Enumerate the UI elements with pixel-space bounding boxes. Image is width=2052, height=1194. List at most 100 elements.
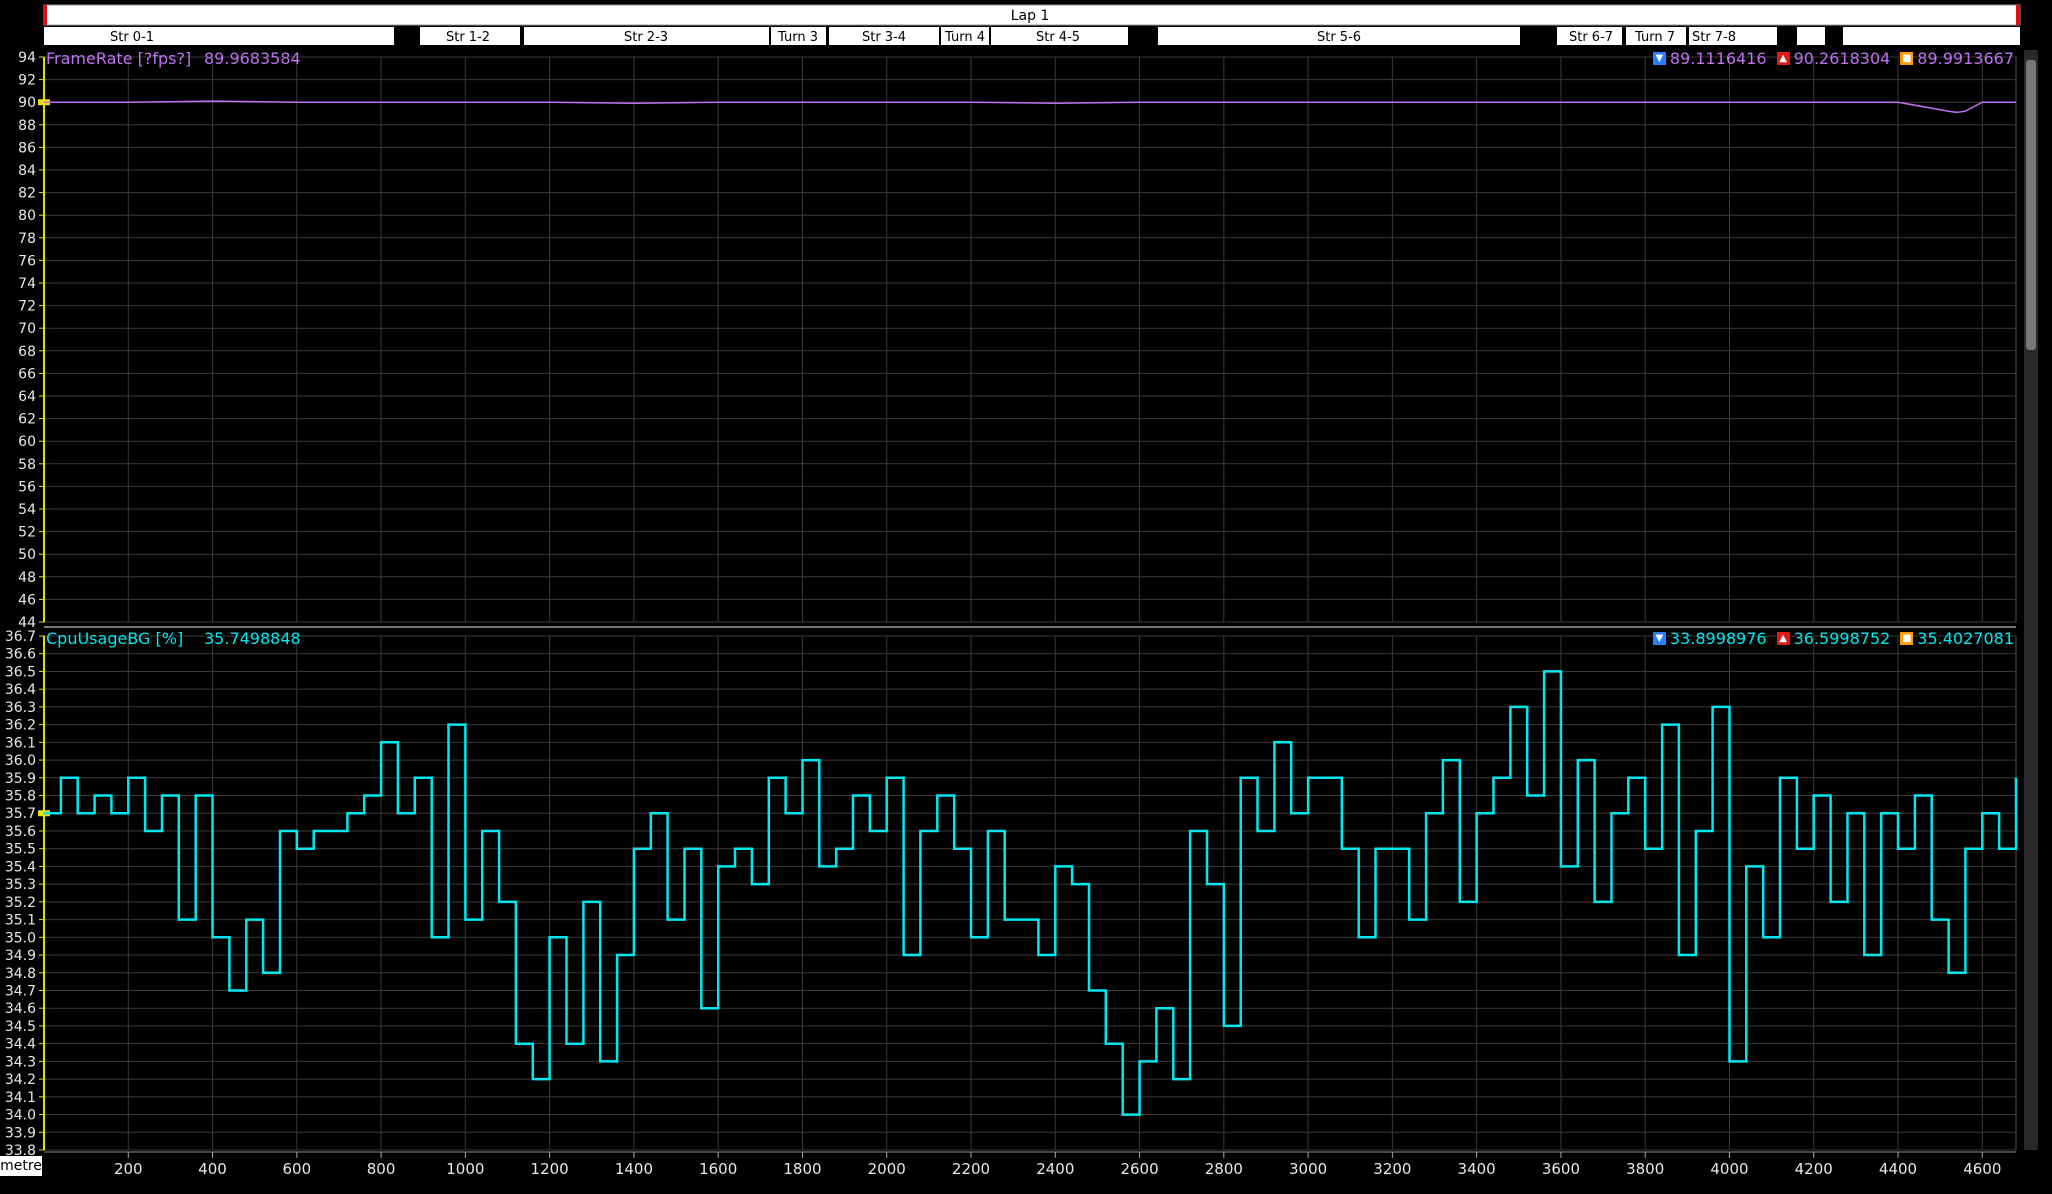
y-tick-label: 84 xyxy=(18,163,36,179)
x-tick-label: 3200 xyxy=(1373,1160,1411,1178)
y-tick-label: 36.0 xyxy=(5,753,36,769)
y-tick-label: 52 xyxy=(18,525,36,541)
framerate-cursor-value: 89.9683584 xyxy=(204,48,301,68)
y-tick-label: 36.3 xyxy=(5,700,36,716)
y-tick-label: 56 xyxy=(18,479,36,495)
y-tick-label: 78 xyxy=(18,231,36,247)
x-tick-label: 4200 xyxy=(1795,1160,1833,1178)
segment-label: Turn 4 xyxy=(944,30,985,45)
y-tick-label: 33.9 xyxy=(5,1125,36,1141)
cpu-max: 36.5998752 xyxy=(1793,628,1891,648)
segment-label: Str 3-4 xyxy=(862,30,906,45)
y-tick-label: 48 xyxy=(18,570,36,586)
x-tick-label: 4600 xyxy=(1963,1160,2001,1178)
cpu-legend[interactable]: CpuUsageBG [%] 35.7498848 xyxy=(46,627,301,649)
x-tick-label: 3800 xyxy=(1626,1160,1664,1178)
y-tick-label: 54 xyxy=(18,502,36,518)
x-tick-label: 3400 xyxy=(1458,1160,1496,1178)
y-tick-label: 34.0 xyxy=(5,1108,36,1124)
y-tick-label: 36.1 xyxy=(5,735,36,751)
cpu-avg: 35.4027081 xyxy=(1917,628,2014,648)
segment-label: Turn 3 xyxy=(777,30,818,45)
y-tick-label: 34.8 xyxy=(5,966,36,982)
y-tick-label: 34.5 xyxy=(5,1019,36,1035)
y-tick-label: 34.2 xyxy=(5,1072,36,1088)
framerate-min: 89.1116416 xyxy=(1669,48,1767,68)
cpu-stats: ▼ 33.8998976 ▲ 36.5998752 ■ 35.4027081 xyxy=(1652,627,2020,649)
y-tick-label: 80 xyxy=(18,208,36,224)
x-tick-label: 400 xyxy=(198,1160,227,1178)
y-tick-label: 34.7 xyxy=(5,983,36,999)
y-tick-label: 60 xyxy=(18,434,36,450)
x-axis-unit[interactable]: metre xyxy=(0,1156,42,1176)
y-tick-label: 86 xyxy=(18,140,36,156)
y-tick-label: 35.0 xyxy=(5,930,36,946)
y-tick-label: 35.4 xyxy=(5,859,36,875)
y-tick-label: 36.5 xyxy=(5,664,36,680)
y-tick-label: 36.2 xyxy=(5,718,36,734)
x-tick-label: 2800 xyxy=(1205,1160,1243,1178)
segment-str-0-1[interactable] xyxy=(44,27,394,45)
telemetry-analysis-window: Lap 1 Str 0-1 Str 1-2 Str 2-3 Turn 3 Str… xyxy=(0,0,2052,1190)
framerate-channel-name: FrameRate [?fps?] xyxy=(46,48,192,68)
x-tick-label: 800 xyxy=(367,1160,396,1178)
x-tick-label: 3000 xyxy=(1289,1160,1327,1178)
y-tick-label: 58 xyxy=(18,457,36,473)
segment-label: Str 6-7 xyxy=(1569,30,1613,45)
y-tick-label: 35.3 xyxy=(5,877,36,893)
y-tick-label: 72 xyxy=(18,299,36,315)
segment-label: Str 2-3 xyxy=(624,30,668,45)
y-tick-label: 34.6 xyxy=(5,1001,36,1017)
x-tick-label: 2400 xyxy=(1036,1160,1074,1178)
framerate-legend[interactable]: FrameRate [?fps?] 89.9683584 xyxy=(46,47,301,69)
y-tick-label: 92 xyxy=(18,73,36,89)
y-tick-label: 34.1 xyxy=(5,1090,36,1106)
segment-unlabeled[interactable] xyxy=(1743,27,1777,45)
y-tick-label: 36.4 xyxy=(5,682,36,698)
y-tick-label: 74 xyxy=(18,276,36,292)
y-tick-label: 35.2 xyxy=(5,895,36,911)
min-marker-icon: ▼ xyxy=(1652,631,1666,645)
y-tick-label: 34.3 xyxy=(5,1054,36,1070)
y-tick-label: 35.8 xyxy=(5,789,36,805)
x-tick-label: 1400 xyxy=(615,1160,653,1178)
y-tick-label: 90 xyxy=(18,95,36,111)
y-tick-label: 76 xyxy=(18,253,36,269)
y-tick-label: 50 xyxy=(18,547,36,563)
lap-start-marker xyxy=(43,5,47,25)
x-tick-label: 1800 xyxy=(783,1160,821,1178)
framerate-stats: ▼ 89.1116416 ▲ 90.2618304 ■ 89.9913667 xyxy=(1652,47,2020,69)
y-tick-label: 64 xyxy=(18,389,36,405)
segment-unlabeled[interactable] xyxy=(1797,27,1825,45)
segment-label: Str 4-5 xyxy=(1036,30,1080,45)
x-tick-label: 1000 xyxy=(446,1160,484,1178)
scrollbar-thumb[interactable] xyxy=(2026,60,2036,350)
y-tick-label: 35.1 xyxy=(5,913,36,929)
avg-marker-icon: ■ xyxy=(1900,51,1914,65)
framerate-max: 90.2618304 xyxy=(1793,48,1891,68)
y-tick-label: 88 xyxy=(18,118,36,134)
max-marker-icon: ▲ xyxy=(1776,51,1790,65)
segment-label: Turn 7 xyxy=(1634,30,1675,45)
cpu-channel-name: CpuUsageBG [%] xyxy=(46,628,184,648)
x-tick-label: 3600 xyxy=(1542,1160,1580,1178)
min-marker-icon: ▼ xyxy=(1652,51,1666,65)
y-tick-label: 94 xyxy=(18,50,36,66)
y-tick-label: 35.6 xyxy=(5,824,36,840)
y-tick-label: 36.6 xyxy=(5,647,36,663)
x-tick-label: 600 xyxy=(283,1160,312,1178)
segment-label: Str 7-8 xyxy=(1692,30,1736,45)
avg-marker-icon: ■ xyxy=(1900,631,1914,645)
segment-label: Str 1-2 xyxy=(446,30,490,45)
telemetry-chart-canvas: Lap 1 Str 0-1 Str 1-2 Str 2-3 Turn 3 Str… xyxy=(0,0,2052,1190)
y-tick-label: 36.7 xyxy=(5,629,36,645)
segment-label: Str 5-6 xyxy=(1317,30,1361,45)
y-tick-label: 35.9 xyxy=(5,771,36,787)
y-tick-label: 82 xyxy=(18,186,36,202)
x-tick-label: 2200 xyxy=(952,1160,990,1178)
segment-label: Str 0-1 xyxy=(110,30,154,45)
y-tick-label: 70 xyxy=(18,321,36,337)
y-tick-label: 62 xyxy=(18,412,36,428)
framerate-avg: 89.9913667 xyxy=(1917,48,2014,68)
segment-unlabeled[interactable] xyxy=(1843,27,2020,45)
